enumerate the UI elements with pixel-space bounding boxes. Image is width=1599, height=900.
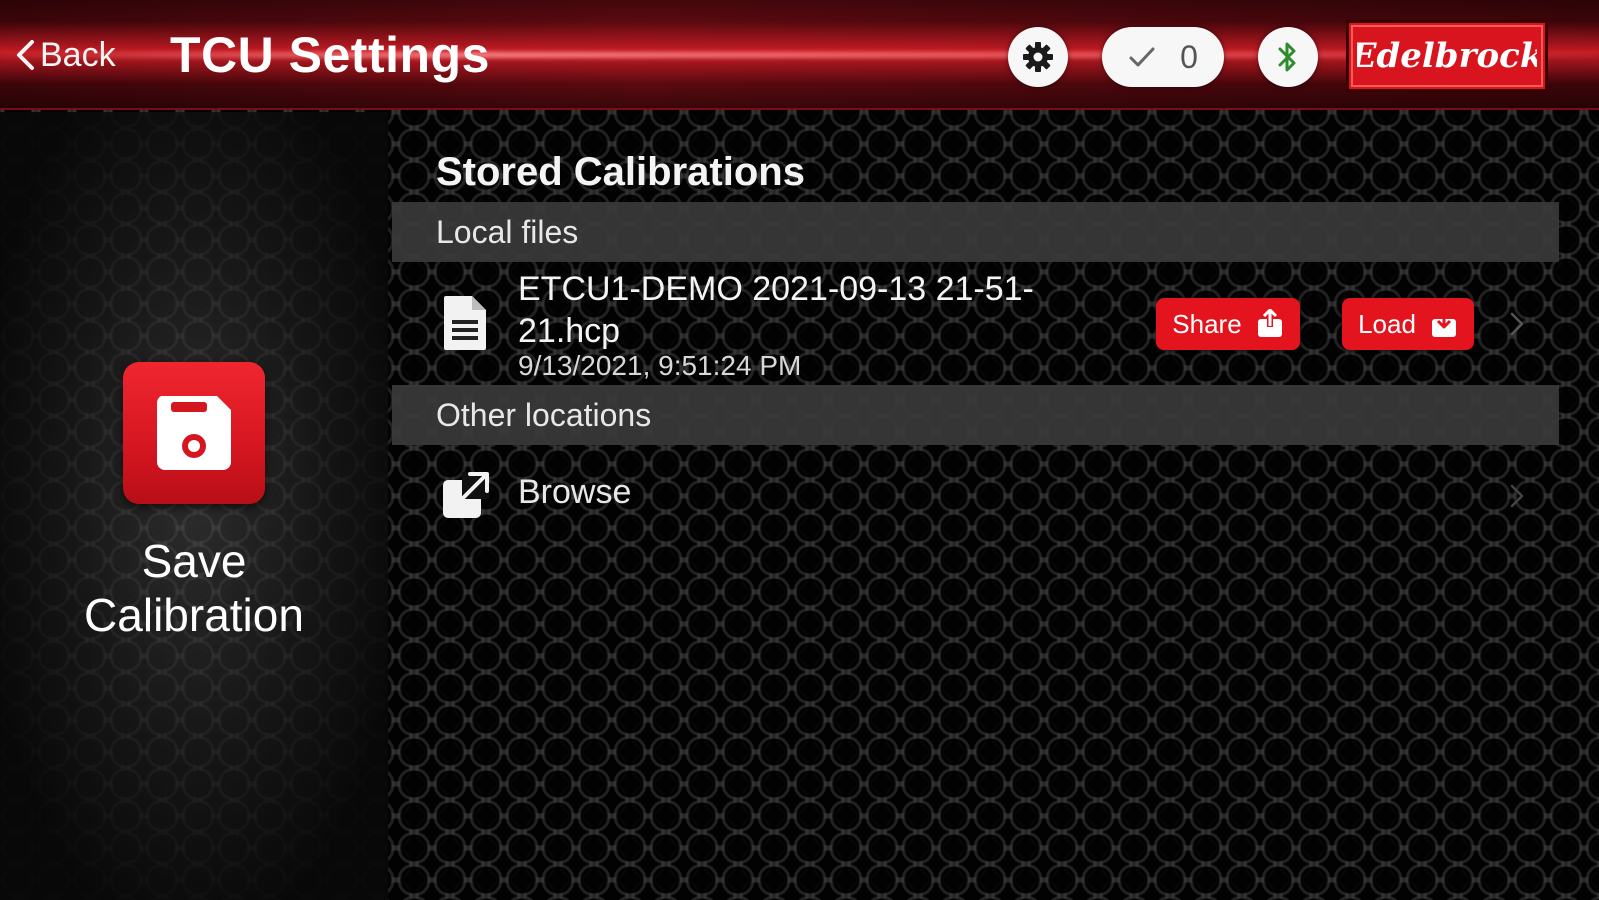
page-title: TCU Settings xyxy=(170,27,490,83)
app-window: Back TCU Settings 0 Edelbrock Save Calib… xyxy=(0,0,1599,900)
save-calibration-button[interactable]: Save Calibration xyxy=(48,362,340,652)
section-title: Stored Calibrations xyxy=(436,150,805,194)
status-count: 0 xyxy=(1180,38,1198,75)
file-name: ETCU1-DEMO 2021-09-13 21-51-21.hcp xyxy=(518,270,1034,350)
stored-calibrations-panel: Stored Calibrations Local files ETCU1-DE… xyxy=(392,112,1559,900)
chevron-left-icon xyxy=(17,40,34,70)
share-icon xyxy=(1257,309,1282,337)
back-label: Back xyxy=(40,35,116,74)
bluetooth-icon xyxy=(1278,42,1296,72)
floppy-disk-icon xyxy=(156,396,231,470)
edelbrock-logo-mark: Edelbrock xyxy=(1357,36,1537,76)
brand-logo: Edelbrock xyxy=(1346,20,1548,92)
other-locations-header: Other locations xyxy=(392,385,1559,445)
save-tile xyxy=(123,362,265,504)
back-button[interactable]: Back xyxy=(14,30,116,80)
file-timestamp: 9/13/2021, 9:51:24 PM xyxy=(518,350,802,381)
local-files-header: Local files xyxy=(392,202,1559,262)
external-link-icon xyxy=(443,472,489,518)
browse-label: Browse xyxy=(518,473,632,511)
share-button[interactable]: Share xyxy=(1156,298,1300,350)
chevron-right-icon xyxy=(1510,484,1524,508)
document-icon xyxy=(444,296,486,350)
svg-text:Edelbrock: Edelbrock xyxy=(1357,36,1537,76)
chevron-right-icon xyxy=(1510,312,1524,336)
bluetooth-button[interactable] xyxy=(1258,27,1318,87)
save-calibration-label: Save Calibration xyxy=(84,535,304,641)
load-label: Load xyxy=(1358,308,1416,339)
download-icon xyxy=(1431,310,1456,337)
share-label: Share xyxy=(1172,308,1242,339)
status-indicator[interactable]: 0 xyxy=(1102,27,1224,87)
top-bar: Back TCU Settings 0 Edelbrock xyxy=(0,0,1599,110)
check-icon xyxy=(1129,47,1155,67)
settings-button[interactable] xyxy=(1008,27,1068,87)
load-button[interactable]: Load xyxy=(1342,298,1474,350)
browse-row[interactable]: Browse xyxy=(392,447,1559,543)
left-panel: Save Calibration xyxy=(0,112,388,900)
gear-icon xyxy=(1023,42,1053,72)
